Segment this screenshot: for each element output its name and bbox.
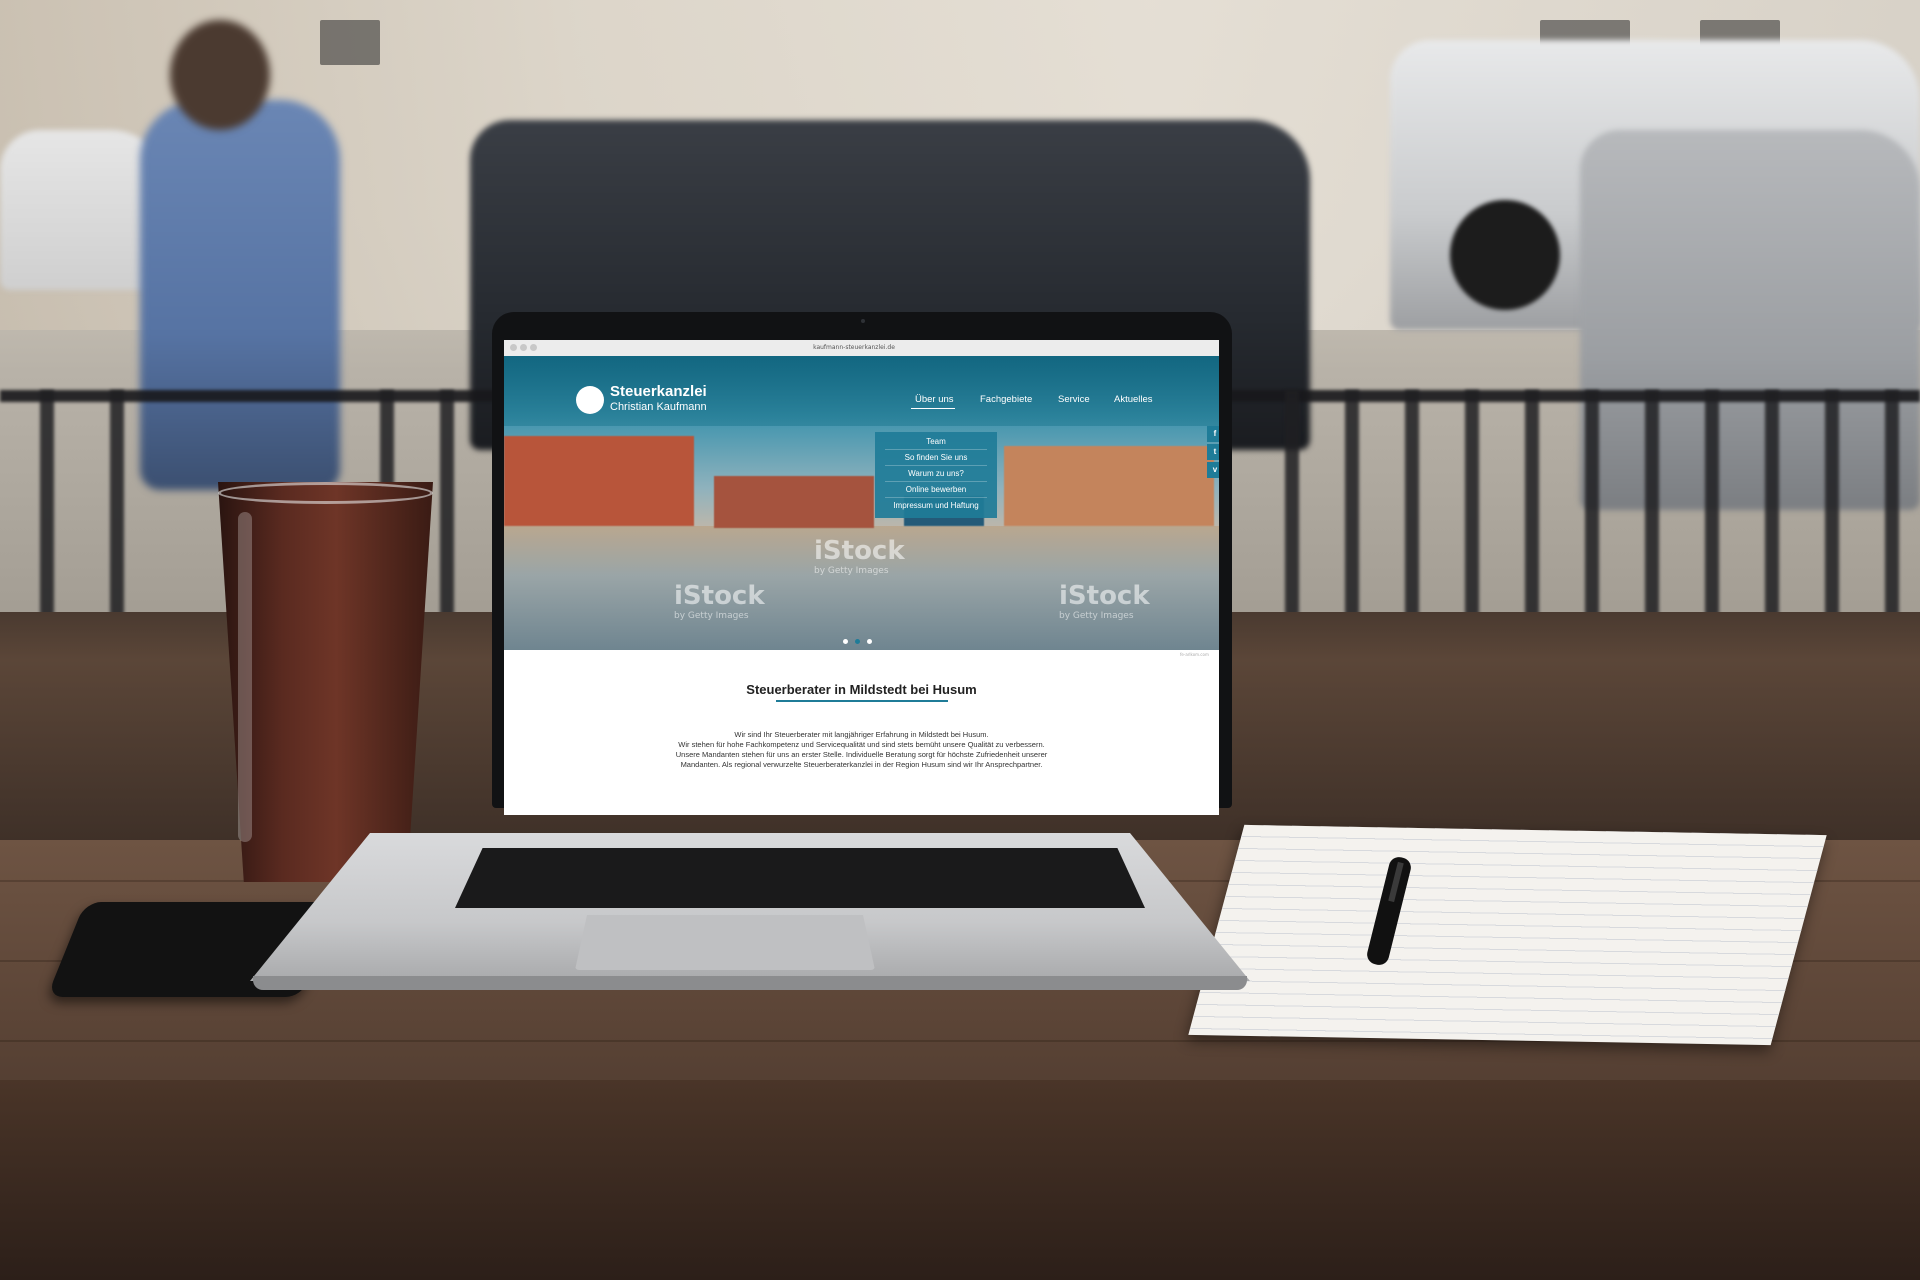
railing-bar [40,390,54,620]
railing-bar [1345,390,1359,620]
intro-line: Wir sind Ihr Steuerberater mit langjähri… [734,730,989,739]
dropdown-item-so-finden-sie-uns[interactable]: So finden Sie uns [875,453,997,462]
slider-dot[interactable] [867,639,872,644]
nav-dropdown: Team So finden Sie uns Warum zu uns? Onl… [875,432,997,518]
laptop-screen: kaufmann-steuerkanzlei.de iStock by Getty… [504,340,1219,815]
slider-dot[interactable] [843,639,848,644]
railing-bar [1585,390,1599,620]
window-control[interactable] [510,344,517,351]
nav-aktuelles[interactable]: Aktuelles [1114,394,1153,405]
red-building [504,436,694,526]
open-notebook [1188,824,1827,1046]
stock-watermark: iStock by Getty Images [814,536,905,576]
vimeo-icon[interactable]: v [1207,462,1219,478]
colorful-houses [1004,446,1214,526]
intro-line: Wir stehen für hohe Fachkompetenz und Se… [678,740,1045,749]
dropdown-item-warum-zu-uns[interactable]: Warum zu uns? [875,469,997,478]
laptop-front-edge [253,976,1247,990]
nav-fachgebiete[interactable]: Fachgebiete [980,394,1032,405]
dropdown-item-impressum[interactable]: Impressum und Haftung [875,501,997,510]
browser-toolbar: kaufmann-steuerkanzlei.de [504,340,1219,357]
dropdown-divider [885,465,987,466]
glass-shine [238,512,252,842]
railing-bar [1465,390,1479,620]
railing-bar [1645,390,1659,620]
image-credit: fe-arlkom.com [1180,652,1209,657]
railing-bar [1765,390,1779,620]
logo-icon [576,386,604,414]
logo-title: Steuerkanzlei [610,383,707,400]
logo-subtitle: Christian Kaufmann [610,401,707,413]
dropdown-divider [885,449,987,450]
railing-bar [110,390,124,620]
hero-slider: iStock by Getty Images iStock by Getty Ima… [504,356,1219,650]
person-head [170,20,270,130]
railing-bar [1405,390,1419,620]
photo-scene: kaufmann-steuerkanzlei.de iStock by Getty… [0,0,1920,1280]
dropdown-item-team[interactable]: Team [875,437,997,446]
railing-bar [1525,390,1539,620]
slider-dot-active[interactable] [855,639,860,644]
dropdown-divider [885,497,987,498]
railing-bar [440,390,454,620]
webcam [861,319,865,323]
keyboard [455,848,1145,908]
stock-watermark: iStock by Getty Images [1059,581,1150,621]
truck-wheel [1450,200,1560,310]
railing-bar [1705,390,1719,620]
building-window [320,20,380,65]
heading-underline [776,700,948,702]
nav-service[interactable]: Service [1058,394,1090,405]
intro-line: Unsere Mandanten stehen für uns an erste… [675,750,1048,759]
page-heading: Steuerberater in Mildstedt bei Husum [746,682,977,697]
railing-bar [1885,390,1899,620]
table-edge [0,1080,1920,1280]
railing-bar [1825,390,1839,620]
railing-bar [1285,390,1299,620]
intro-line: Mandanten. Als regional verwurzelte Steu… [680,760,1043,769]
harbor-houses [714,476,874,528]
dropdown-divider [885,481,987,482]
twitter-icon[interactable]: t [1207,444,1219,460]
nav-active-underline [911,408,955,409]
iced-drink-glass [218,482,433,882]
dropdown-item-online-bewerben[interactable]: Online bewerben [875,485,997,494]
nav-ueber-uns[interactable]: Über uns [915,394,954,405]
address-bar[interactable]: kaufmann-steuerkanzlei.de [754,342,954,353]
window-control[interactable] [520,344,527,351]
glass-rim [218,482,433,504]
stock-watermark: iStock by Getty Images [674,581,765,621]
trackpad [575,915,875,970]
window-control[interactable] [530,344,537,351]
facebook-icon[interactable]: f [1207,426,1219,442]
